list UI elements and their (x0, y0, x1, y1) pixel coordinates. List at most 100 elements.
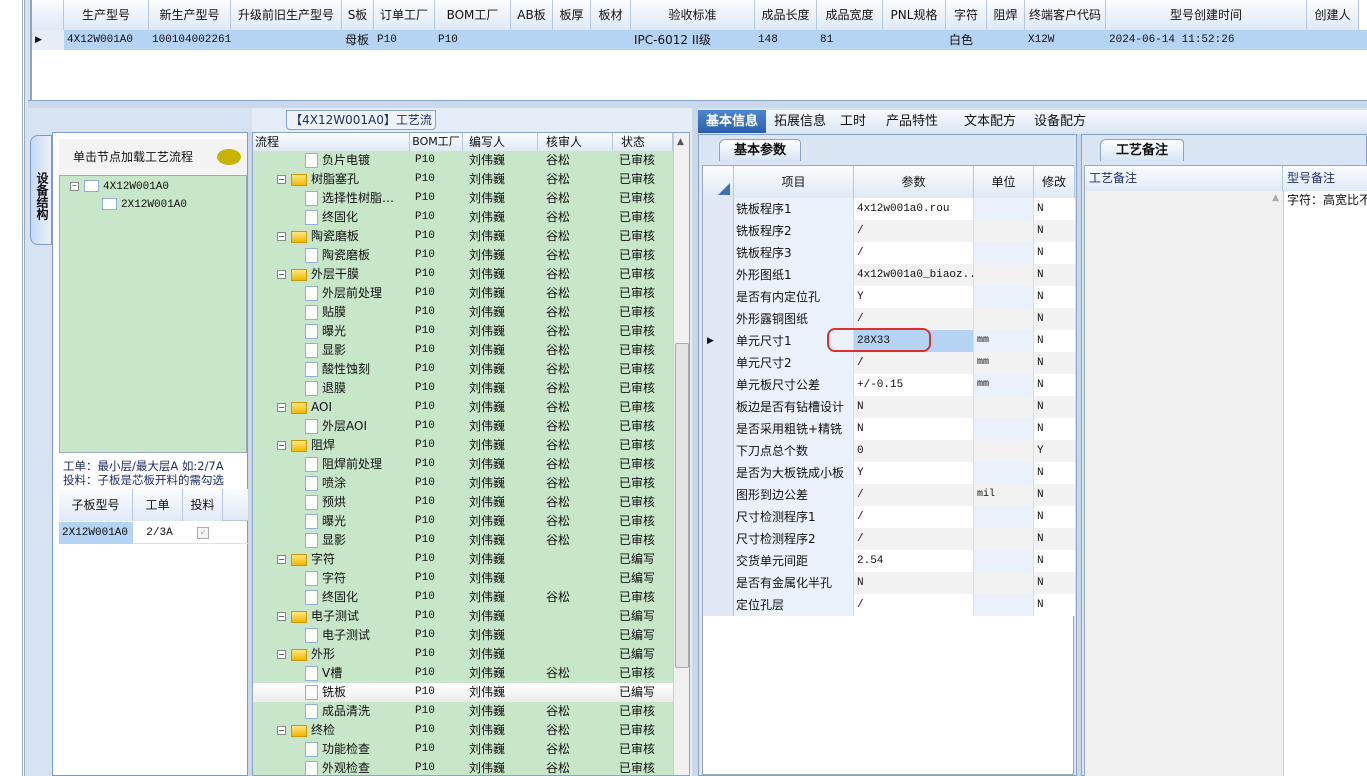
process-row[interactable]: 成品清洗 P10 刘伟巍 谷松 已审核 (253, 702, 673, 721)
param-value[interactable]: 4x12w001a0.rou (854, 198, 974, 220)
param-row[interactable]: 尺寸检测程序1/ N (703, 506, 1075, 528)
col-subboard-model[interactable]: 子板型号 (59, 489, 133, 521)
col-10[interactable]: 成品长度 (755, 0, 817, 30)
process-row[interactable]: 电子测试 P10 刘伟巍 已编写 (253, 626, 673, 645)
param-value[interactable]: / (854, 352, 974, 374)
process-row[interactable]: − 陶瓷磨板 P10 刘伟巍 谷松 已审核 (253, 227, 673, 246)
param-value[interactable]: Y (854, 286, 974, 308)
collapse-icon[interactable]: − (277, 555, 286, 564)
process-row[interactable]: − 终检 P10 刘伟巍 谷松 已审核 (253, 721, 673, 740)
process-row[interactable]: 曝光 P10 刘伟巍 谷松 已审核 (253, 322, 673, 341)
param-value[interactable]: / (854, 484, 974, 506)
col-2[interactable]: 升级前旧生产型号 (231, 0, 342, 30)
tab-basic-params[interactable]: 基本参数 (719, 139, 801, 161)
col-0[interactable]: 生产型号 (64, 0, 149, 30)
scrollbar[interactable]: ▲ (673, 133, 689, 775)
scroll-thumb[interactable] (675, 343, 689, 668)
col-9[interactable]: 验收标准 (631, 0, 755, 30)
process-row[interactable]: 喷涂 P10 刘伟巍 谷松 已审核 (253, 474, 673, 493)
tree-node-child[interactable]: 2X12W001A0 (102, 198, 187, 211)
process-row[interactable]: − 字符 P10 刘伟巍 已编写 (253, 550, 673, 569)
param-value[interactable]: 0 (854, 440, 974, 462)
process-row[interactable]: − 电子测试 P10 刘伟巍 已编写 (253, 607, 673, 626)
col-status[interactable]: 状态 (613, 133, 673, 151)
col-4[interactable]: 订单工厂 (374, 0, 435, 30)
col-12[interactable]: PNL规格 (883, 0, 946, 30)
param-row[interactable]: 单元尺寸2/mm N (703, 352, 1075, 374)
scroll-up-icon[interactable]: ▲ (1272, 193, 1279, 203)
param-row[interactable]: 是否有金属化半孔 N N (703, 572, 1075, 594)
collapse-icon[interactable]: − (277, 441, 286, 450)
col-item[interactable]: 项目 (734, 166, 854, 198)
col-16[interactable]: 型号创建时间 (1106, 0, 1307, 30)
horizontal-splitter[interactable] (28, 100, 1367, 108)
feed-checkbox[interactable]: ✓ (197, 527, 209, 539)
col-8[interactable]: 板材 (591, 0, 631, 30)
process-row[interactable]: 陶瓷磨板 P10 刘伟巍 谷松 已审核 (253, 246, 673, 265)
tab-2[interactable]: 工时 (832, 110, 874, 133)
param-value[interactable]: / (854, 242, 974, 264)
col-11[interactable]: 成品宽度 (817, 0, 883, 30)
col-17[interactable]: 创建人 (1307, 0, 1359, 30)
col-7[interactable]: 板厚 (553, 0, 591, 30)
table-row[interactable]: ▶4X12W001A0 10010400226195 母板 P10 P10 IPC-601… (32, 30, 1367, 50)
process-row[interactable]: 铣板 P10 刘伟巍 已编写 (253, 683, 673, 702)
param-value[interactable]: 2.54 (854, 550, 974, 572)
process-row[interactable]: V槽 P10 刘伟巍 谷松 已审核 (253, 664, 673, 683)
collapse-icon[interactable]: − (277, 612, 286, 621)
process-row[interactable]: − 阻焊 P10 刘伟巍 谷松 已审核 (253, 436, 673, 455)
param-row[interactable]: 外形露铜图纸 / N (703, 308, 1075, 330)
process-row[interactable]: 选择性树脂… P10 刘伟巍 谷松 已审核 (253, 189, 673, 208)
param-value[interactable]: / (854, 528, 974, 550)
tab-device-structure[interactable]: 设备结构 (30, 135, 52, 245)
tab-1[interactable]: 拓展信息 (766, 110, 834, 133)
col-15[interactable]: 终端客户代码 (1025, 0, 1106, 30)
collapse-icon[interactable]: − (277, 175, 286, 184)
col-writer[interactable]: 编写人 (463, 133, 538, 151)
process-row[interactable]: 显影 P10 刘伟巍 谷松 已审核 (253, 531, 673, 550)
col-order[interactable]: 工单 (133, 489, 183, 521)
param-value[interactable]: / (854, 594, 974, 616)
col-14[interactable]: 阻焊 (987, 0, 1025, 30)
param-row[interactable]: 图形到边公差 / mil N (703, 484, 1075, 506)
collapse-icon[interactable]: − (277, 650, 286, 659)
param-value[interactable]: N (854, 396, 974, 418)
param-row[interactable]: 单元板尺寸公差 +/-0.15 mm N (703, 374, 1075, 396)
col-3[interactable]: S板 (342, 0, 374, 30)
process-remarks-text[interactable]: ▲ (1085, 191, 1283, 776)
process-row[interactable]: 退膜 P10 刘伟巍 谷松 已审核 (253, 379, 673, 398)
param-row[interactable]: 是否采用粗铣+精铣 N N (703, 418, 1075, 440)
tab-3[interactable]: 产品特性 (878, 110, 946, 133)
param-row[interactable]: 是否有内定位孔 Y N (703, 286, 1075, 308)
param-row[interactable]: 下刀点总个数 0 Y (703, 440, 1075, 462)
collapse-icon[interactable]: − (277, 270, 286, 279)
process-row[interactable]: 阻焊前处理 P10 刘伟巍 谷松 已审核 (253, 455, 673, 474)
process-row[interactable]: 功能检查 P10 刘伟巍 谷松 已审核 (253, 740, 673, 759)
param-row[interactable]: 铣板程序1 4x12w001a0.rou N (703, 198, 1075, 220)
col-5[interactable]: BOM工厂 (435, 0, 511, 30)
param-row[interactable]: 尺寸检测程序2/ N (703, 528, 1075, 550)
param-row[interactable]: 外形图纸1 4x12w001a0_biaoz... N (703, 264, 1075, 286)
collapse-icon[interactable]: − (277, 232, 286, 241)
process-row[interactable]: − 外形 P10 刘伟巍 已编写 (253, 645, 673, 664)
scroll-up-icon[interactable]: ▲ (677, 137, 684, 147)
process-row[interactable]: 显影 P10 刘伟巍 谷松 已审核 (253, 341, 673, 360)
tab-4[interactable]: 文本配方 (956, 110, 1024, 133)
tab-0[interactable]: 基本信息 (698, 110, 767, 133)
col-param[interactable]: 参数 (854, 166, 974, 198)
col-1[interactable]: 新生产型号 (149, 0, 231, 30)
select-all-corner[interactable] (703, 166, 734, 198)
process-row[interactable]: − AOI P10 刘伟巍 谷松 已审核 (253, 398, 673, 417)
process-row[interactable]: 贴膜 P10 刘伟巍 谷松 已审核 (253, 303, 673, 322)
process-row[interactable]: 外观检查 P10 刘伟巍 谷松 已审核 (253, 759, 673, 775)
param-value[interactable]: N (854, 418, 974, 440)
process-row[interactable]: 终固化 P10 刘伟巍 谷松 已审核 (253, 588, 673, 607)
table-row[interactable]: 2X12W001A0 2/3A ✓ (59, 522, 249, 544)
col-model-remarks[interactable]: 型号备注 (1283, 166, 1367, 191)
param-row[interactable]: ▶ 单元尺寸1 28X33 mm N (703, 328, 1075, 352)
param-value[interactable]: Y (854, 462, 974, 484)
process-row[interactable]: 外层前处理 P10 刘伟巍 谷松 已审核 (253, 284, 673, 303)
process-row[interactable]: 终固化 P10 刘伟巍 谷松 已审核 (253, 208, 673, 227)
param-value[interactable]: N (854, 572, 974, 594)
process-row[interactable]: 预烘 P10 刘伟巍 谷松 已审核 (253, 493, 673, 512)
